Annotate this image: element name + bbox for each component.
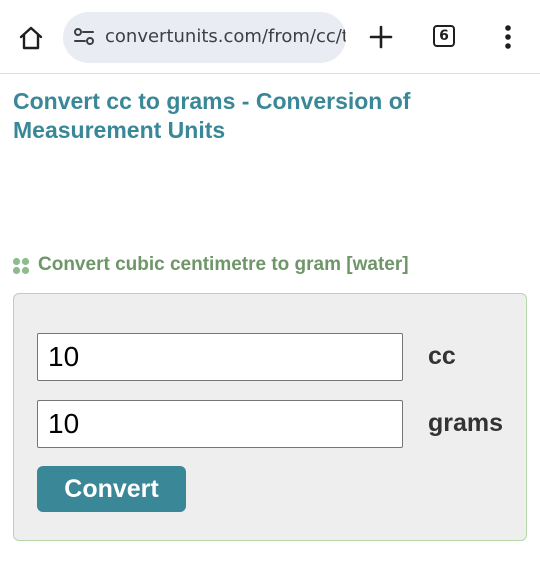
to-unit-label: grams bbox=[428, 409, 504, 437]
tune-icon[interactable] bbox=[73, 27, 95, 47]
converter-panel: cc grams Convert bbox=[13, 293, 527, 541]
tab-count: 6 bbox=[439, 28, 449, 44]
browser-toolbar: convertunits.com/from/cc/t 6 bbox=[0, 0, 540, 74]
more-menu-button[interactable] bbox=[495, 20, 521, 54]
from-unit-label: cc bbox=[428, 342, 456, 370]
plus-icon bbox=[369, 25, 393, 49]
from-value-input[interactable] bbox=[37, 333, 403, 381]
more-vert-icon bbox=[505, 25, 511, 49]
new-tab-button[interactable] bbox=[365, 20, 397, 54]
section-heading-text: Convert cubic centimetre to gram [water] bbox=[38, 254, 409, 275]
four-dots-icon bbox=[12, 257, 30, 274]
page-title: Convert cc to grams - Conversion of Meas… bbox=[13, 88, 411, 143]
section-heading: Convert cubic centimetre to gram [water] bbox=[12, 252, 409, 278]
convert-button[interactable]: Convert bbox=[37, 466, 186, 512]
home-button[interactable] bbox=[13, 20, 49, 56]
address-bar[interactable]: convertunits.com/from/cc/t bbox=[63, 12, 346, 63]
url-text: convertunits.com/from/cc/t bbox=[105, 26, 346, 47]
to-value-input[interactable] bbox=[37, 400, 403, 448]
tab-switcher-button[interactable]: 6 bbox=[433, 25, 455, 47]
home-icon bbox=[19, 26, 43, 50]
